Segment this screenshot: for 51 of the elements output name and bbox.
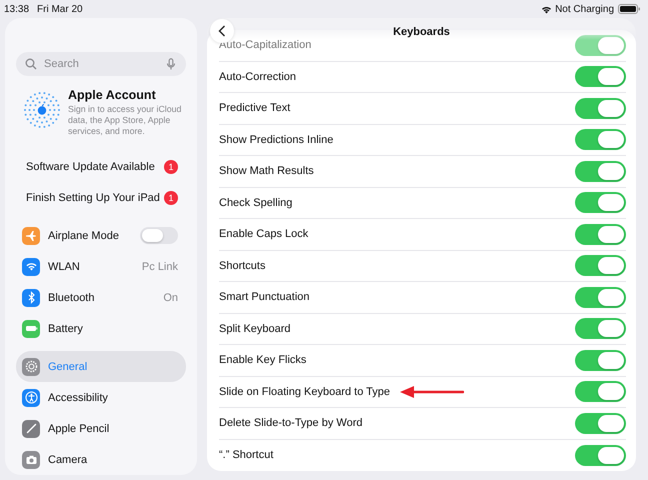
setting-label: Auto-Correction bbox=[219, 70, 296, 83]
date-text: Fri Mar 20 bbox=[37, 4, 83, 14]
setting-label: Check Spelling bbox=[219, 196, 292, 209]
toggle-switch[interactable] bbox=[575, 129, 626, 150]
toggle-switch[interactable] bbox=[575, 318, 626, 340]
settings-item[interactable]: Bluetooth On bbox=[16, 282, 186, 313]
toggle-switch[interactable] bbox=[575, 98, 626, 119]
settings-item[interactable]: Camera bbox=[16, 444, 186, 475]
setting-label: Split Keyboard bbox=[219, 322, 291, 335]
back-chevron-icon bbox=[218, 25, 226, 37]
settings-item[interactable]: WLAN Pc Link bbox=[16, 251, 186, 282]
setting-label: Predictive Text bbox=[219, 102, 290, 114]
setting-label: Slide on Floating Keyboard to Type bbox=[219, 386, 390, 398]
toggle-switch[interactable] bbox=[575, 412, 626, 434]
toggle-switch[interactable] bbox=[575, 66, 626, 88]
alert-item[interactable]: Finish Setting Up Your iPad 1 bbox=[16, 182, 186, 213]
account-title: Apple Account bbox=[68, 88, 157, 102]
microphone-icon bbox=[165, 58, 177, 70]
toggle-switch[interactable] bbox=[575, 381, 626, 402]
setting-label: Show Math Results bbox=[219, 165, 314, 178]
toggle-switch[interactable] bbox=[575, 255, 626, 276]
toggle-switch[interactable] bbox=[575, 444, 626, 466]
settings-item[interactable]: Accessibility bbox=[16, 382, 186, 413]
notification-badge: 1 bbox=[164, 160, 178, 174]
battery-icon bbox=[618, 4, 640, 14]
toggle-switch[interactable] bbox=[575, 224, 626, 245]
setting-label: Enable Caps Lock bbox=[219, 228, 308, 240]
setting-label: Delete Slide-to-Type by Word bbox=[219, 417, 362, 430]
notification-badge: 1 bbox=[164, 190, 178, 204]
setting-label: Show Predictions Inline bbox=[219, 134, 334, 146]
setting-label: Smart Punctuation bbox=[219, 291, 310, 304]
setting-label: “.” Shortcut bbox=[219, 449, 274, 462]
wifi-icon bbox=[541, 4, 552, 14]
account-logo-icon bbox=[24, 92, 60, 128]
toggle-switch[interactable] bbox=[575, 286, 626, 308]
time-text: 13:38 bbox=[4, 4, 30, 14]
battery-status-text: Not Charging bbox=[555, 4, 614, 14]
settings-item[interactable]: Airplane Mode bbox=[16, 220, 186, 251]
search-icon bbox=[25, 58, 37, 70]
alert-item[interactable]: Software Update Available 1 bbox=[16, 151, 186, 182]
toggle-switch[interactable] bbox=[575, 160, 626, 182]
settings-item[interactable]: Apple Pencil bbox=[16, 413, 186, 444]
setting-label: Shortcuts bbox=[219, 260, 266, 272]
setting-label: Enable Key Flicks bbox=[219, 354, 306, 366]
account-description: Sign in to access your iCloud data, the App Store, Apple services, and more. bbox=[68, 104, 182, 137]
toggle-switch[interactable] bbox=[575, 192, 626, 214]
settings-item[interactable]: Battery bbox=[16, 313, 186, 344]
page-title: Keyboards bbox=[393, 26, 450, 38]
setting-label: Auto-Capitalization bbox=[219, 39, 312, 52]
toggle-switch[interactable] bbox=[575, 350, 626, 371]
toggle-switch[interactable] bbox=[140, 227, 178, 244]
